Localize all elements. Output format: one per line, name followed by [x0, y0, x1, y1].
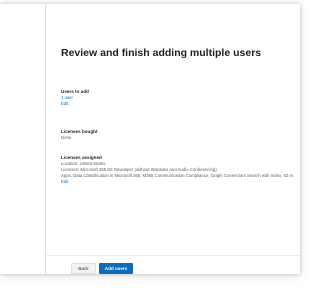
licenses-assigned-section: Licenses assigned Location: United State…: [61, 155, 293, 185]
licenses-assigned-edit-link[interactable]: Edit: [61, 179, 293, 185]
users-to-add-edit-link[interactable]: Edit: [61, 101, 89, 107]
back-button[interactable]: Back: [71, 263, 96, 274]
licenses-bought-section: Licenses bought None: [61, 129, 98, 141]
wizard-steps-rail: [0, 4, 46, 274]
add-users-button[interactable]: Add users: [99, 263, 133, 274]
page-title: Review and finish adding multiple users: [61, 47, 262, 59]
licenses-bought-value: None: [61, 135, 72, 140]
users-to-add-section: Users to add 1 user Edit: [61, 89, 89, 107]
wizard-panel: Review and finish adding multiple users …: [0, 4, 300, 274]
review-content: Review and finish adding multiple users …: [61, 46, 297, 184]
footer-divider: [46, 255, 300, 256]
apps-value: Apps: Data Classification in Microsoft 3…: [61, 173, 294, 178]
